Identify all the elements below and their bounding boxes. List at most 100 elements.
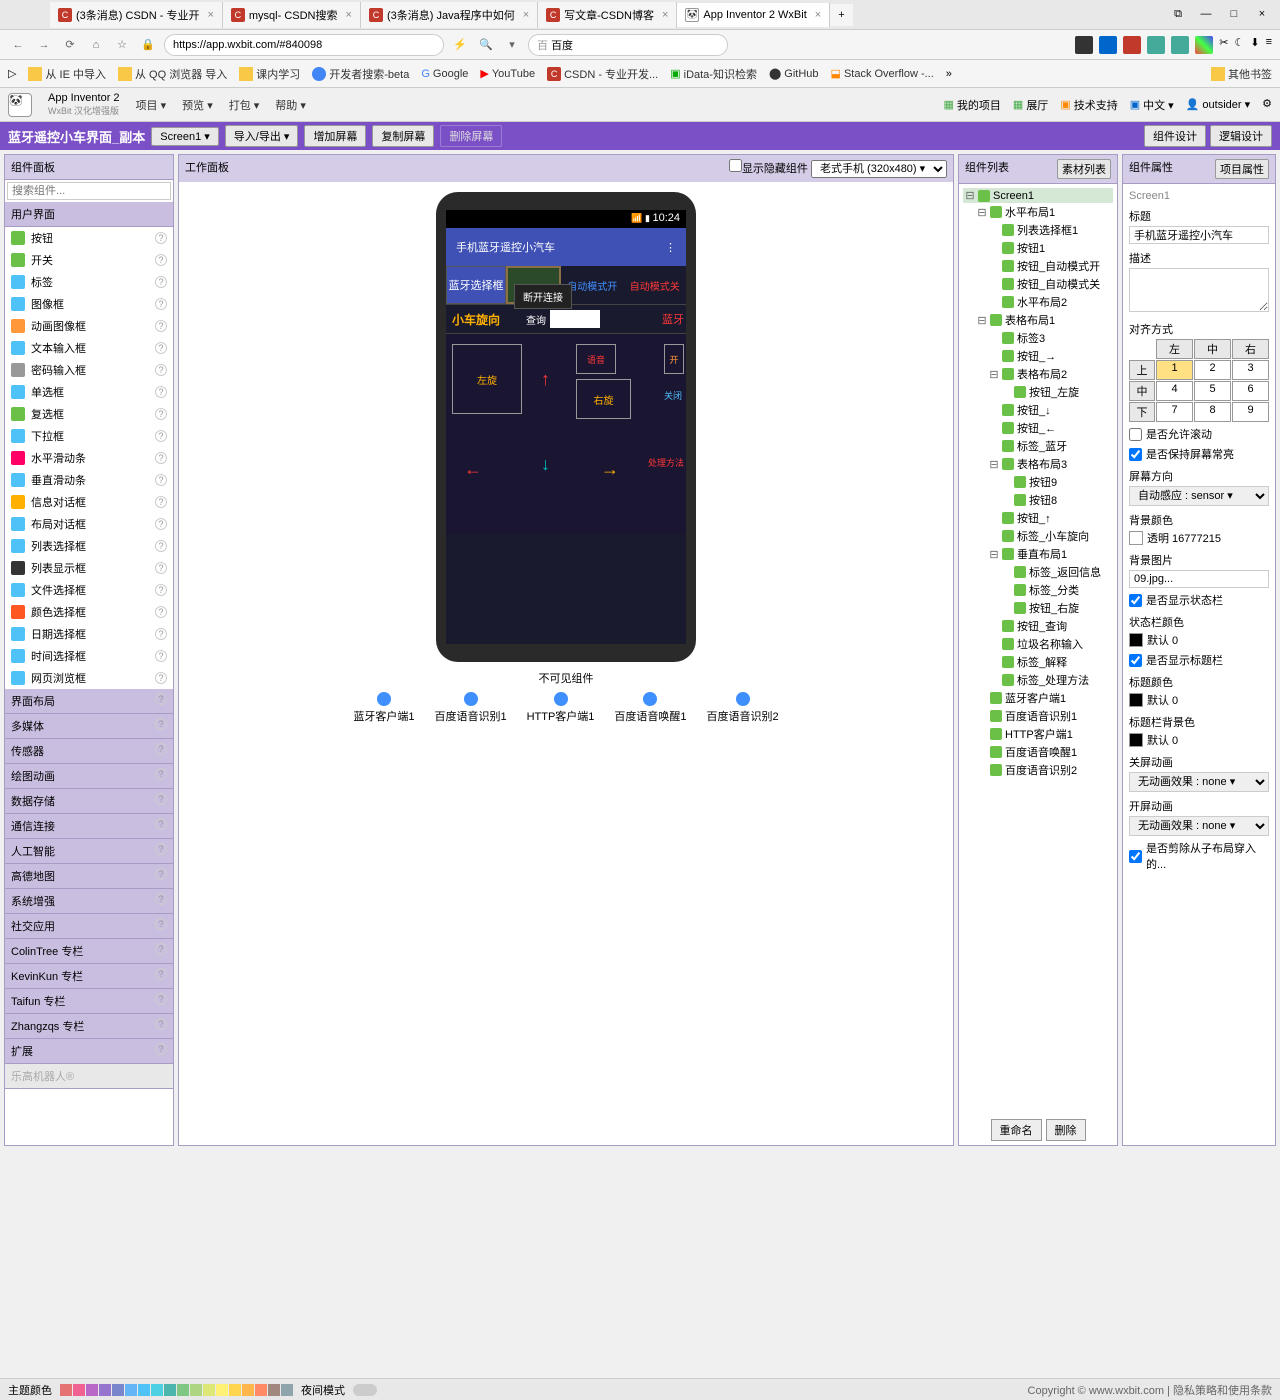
palette-item[interactable]: 水平滑动条?	[5, 447, 173, 469]
device-select[interactable]: 老式手机 (320x480) ▾	[811, 160, 947, 178]
menu-build[interactable]: 打包 ▾	[229, 97, 260, 113]
tree-node[interactable]: 按钮_↓	[963, 401, 1113, 419]
tree-node[interactable]: 按钮_左旋	[963, 383, 1113, 401]
palette-item[interactable]: 文件选择框?	[5, 579, 173, 601]
arrow-right-icon[interactable]: →	[601, 459, 619, 480]
ext-icon[interactable]	[1075, 36, 1093, 54]
design-view-button[interactable]: 组件设计	[1144, 125, 1206, 147]
project-props-button[interactable]: 项目属性	[1215, 159, 1269, 179]
bookmark[interactable]: ▣iData-知识检索	[670, 66, 757, 82]
category-header[interactable]: ColinTree 专栏?	[5, 939, 173, 964]
palette-item[interactable]: 垂直滑动条?	[5, 469, 173, 491]
help-icon[interactable]: ?	[155, 430, 167, 442]
bookmark[interactable]: 课内学习	[239, 66, 300, 82]
search-input[interactable]: 百 百度	[528, 34, 728, 56]
show-hidden-checkbox[interactable]	[729, 159, 742, 172]
delete-screen-button[interactable]: 删除屏幕	[440, 125, 502, 147]
close-icon[interactable]: ×	[662, 9, 668, 21]
bookmark[interactable]: CCSDN - 专业开发...	[547, 66, 658, 82]
orient-select[interactable]: 自动感应 : sensor ▾	[1129, 486, 1269, 506]
help-icon[interactable]: ?	[155, 408, 167, 420]
category-header[interactable]: 多媒体?	[5, 714, 173, 739]
query-button[interactable]: 查询	[526, 312, 546, 327]
bookmark[interactable]: 开发者搜索-beta	[312, 66, 409, 82]
support-link[interactable]: ▣技术支持	[1060, 97, 1117, 113]
tree-node[interactable]: 按钮_右旋	[963, 599, 1113, 617]
help-icon[interactable]: ?	[155, 968, 167, 980]
color-swatch[interactable]	[1129, 733, 1143, 747]
menu-icon[interactable]: ≡	[1266, 36, 1272, 54]
category-header[interactable]: 通信连接?	[5, 814, 173, 839]
tree-node[interactable]: 垃圾名称输入	[963, 635, 1113, 653]
help-icon[interactable]: ?	[155, 672, 167, 684]
ext-icon[interactable]	[1147, 36, 1165, 54]
new-tab-button[interactable]: +	[830, 4, 852, 26]
close-icon[interactable]: ×	[523, 9, 529, 21]
overflow-icon[interactable]: ⋮	[665, 241, 676, 254]
left-spin-button[interactable]: 左旋	[452, 344, 522, 414]
scroll-checkbox[interactable]	[1129, 428, 1142, 441]
invisible-component[interactable]: HTTP客户端1	[527, 692, 595, 724]
help-icon[interactable]: ?	[155, 386, 167, 398]
category-header[interactable]: Zhangzqs 专栏?	[5, 1014, 173, 1039]
palette-item[interactable]: 标签?	[5, 271, 173, 293]
help-icon[interactable]: ?	[155, 743, 167, 755]
material-list-button[interactable]: 素材列表	[1057, 159, 1111, 179]
showstatus-checkbox[interactable]	[1129, 594, 1142, 607]
rename-button[interactable]: 重命名	[991, 1119, 1042, 1141]
invisible-component[interactable]: 百度语音识别1	[434, 692, 506, 724]
palette-item[interactable]: 下拉框?	[5, 425, 173, 447]
color-swatch[interactable]	[1129, 531, 1143, 545]
desc-input[interactable]	[1129, 268, 1269, 312]
download-icon[interactable]: ⬇	[1250, 36, 1259, 54]
apps-icon[interactable]: ▷	[8, 67, 16, 80]
category-header[interactable]: 人工智能?	[5, 839, 173, 864]
tree-node[interactable]: 百度语音识别1	[963, 707, 1113, 725]
minimize-icon[interactable]: —	[1196, 8, 1216, 21]
back-icon[interactable]: ←	[8, 39, 28, 51]
category-header[interactable]: 数据存储?	[5, 789, 173, 814]
menu-preview[interactable]: 预览 ▾	[182, 97, 213, 113]
tree-node[interactable]: 百度语音唤醒1	[963, 743, 1113, 761]
bookmark[interactable]: 从 QQ 浏览器 导入	[118, 66, 227, 82]
close-icon[interactable]: ×	[207, 9, 213, 21]
invisible-component[interactable]: 百度语音识别2	[707, 692, 779, 724]
close-icon[interactable]: ×	[815, 9, 821, 21]
ext-icon[interactable]	[1099, 36, 1117, 54]
help-icon[interactable]: ?	[155, 718, 167, 730]
tab-0[interactable]: C(3条消息) CSDN - 专业开×	[50, 2, 223, 28]
invisible-component[interactable]: 百度语音唤醒1	[614, 692, 686, 724]
palette-item[interactable]: 网页浏览框?	[5, 667, 173, 689]
palette-item[interactable]: 日期选择框?	[5, 623, 173, 645]
maximize-icon[interactable]: □	[1224, 8, 1244, 21]
tree-node[interactable]: 蓝牙客户端1	[963, 689, 1113, 707]
category-header[interactable]: 绘图动画?	[5, 764, 173, 789]
help-icon[interactable]: ?	[155, 818, 167, 830]
palette-search-input[interactable]	[7, 182, 171, 200]
palette-item[interactable]: 密码输入框?	[5, 359, 173, 381]
tree-node[interactable]: 按钮_自动模式关	[963, 275, 1113, 293]
bookmark[interactable]: GGoogle	[421, 68, 468, 80]
tree-node[interactable]: 按钮_查询	[963, 617, 1113, 635]
help-icon[interactable]: ?	[155, 693, 167, 705]
switch-button[interactable]: 开	[664, 344, 684, 374]
palette-item[interactable]: 时间选择框?	[5, 645, 173, 667]
category-header[interactable]: 系统增强?	[5, 889, 173, 914]
add-screen-button[interactable]: 增加屏幕	[304, 125, 366, 147]
tree-node[interactable]: 按钮_自动模式开	[963, 257, 1113, 275]
tree-node[interactable]: 标签_返回信息	[963, 563, 1113, 581]
title-input[interactable]	[1129, 226, 1269, 244]
close-label[interactable]: 关闭	[664, 389, 684, 402]
category-header[interactable]: KevinKun 专栏?	[5, 964, 173, 989]
tree-node[interactable]: 按钮_←	[963, 419, 1113, 437]
right-spin-button[interactable]: 右旋	[576, 379, 631, 419]
closeanim-select[interactable]: 无动画效果 : none ▾	[1129, 772, 1269, 792]
palette-item[interactable]: 单选框?	[5, 381, 173, 403]
tab-3[interactable]: C写文章-CSDN博客×	[538, 2, 677, 28]
palette-item[interactable]: 列表显示框?	[5, 557, 173, 579]
tree-node[interactable]: 按钮1	[963, 239, 1113, 257]
category-ui[interactable]: 用户界面	[5, 202, 173, 227]
category-header[interactable]: 社交应用?	[5, 914, 173, 939]
tree-node[interactable]: ⊟Screen1	[963, 188, 1113, 203]
palette-item[interactable]: 信息对话框?	[5, 491, 173, 513]
